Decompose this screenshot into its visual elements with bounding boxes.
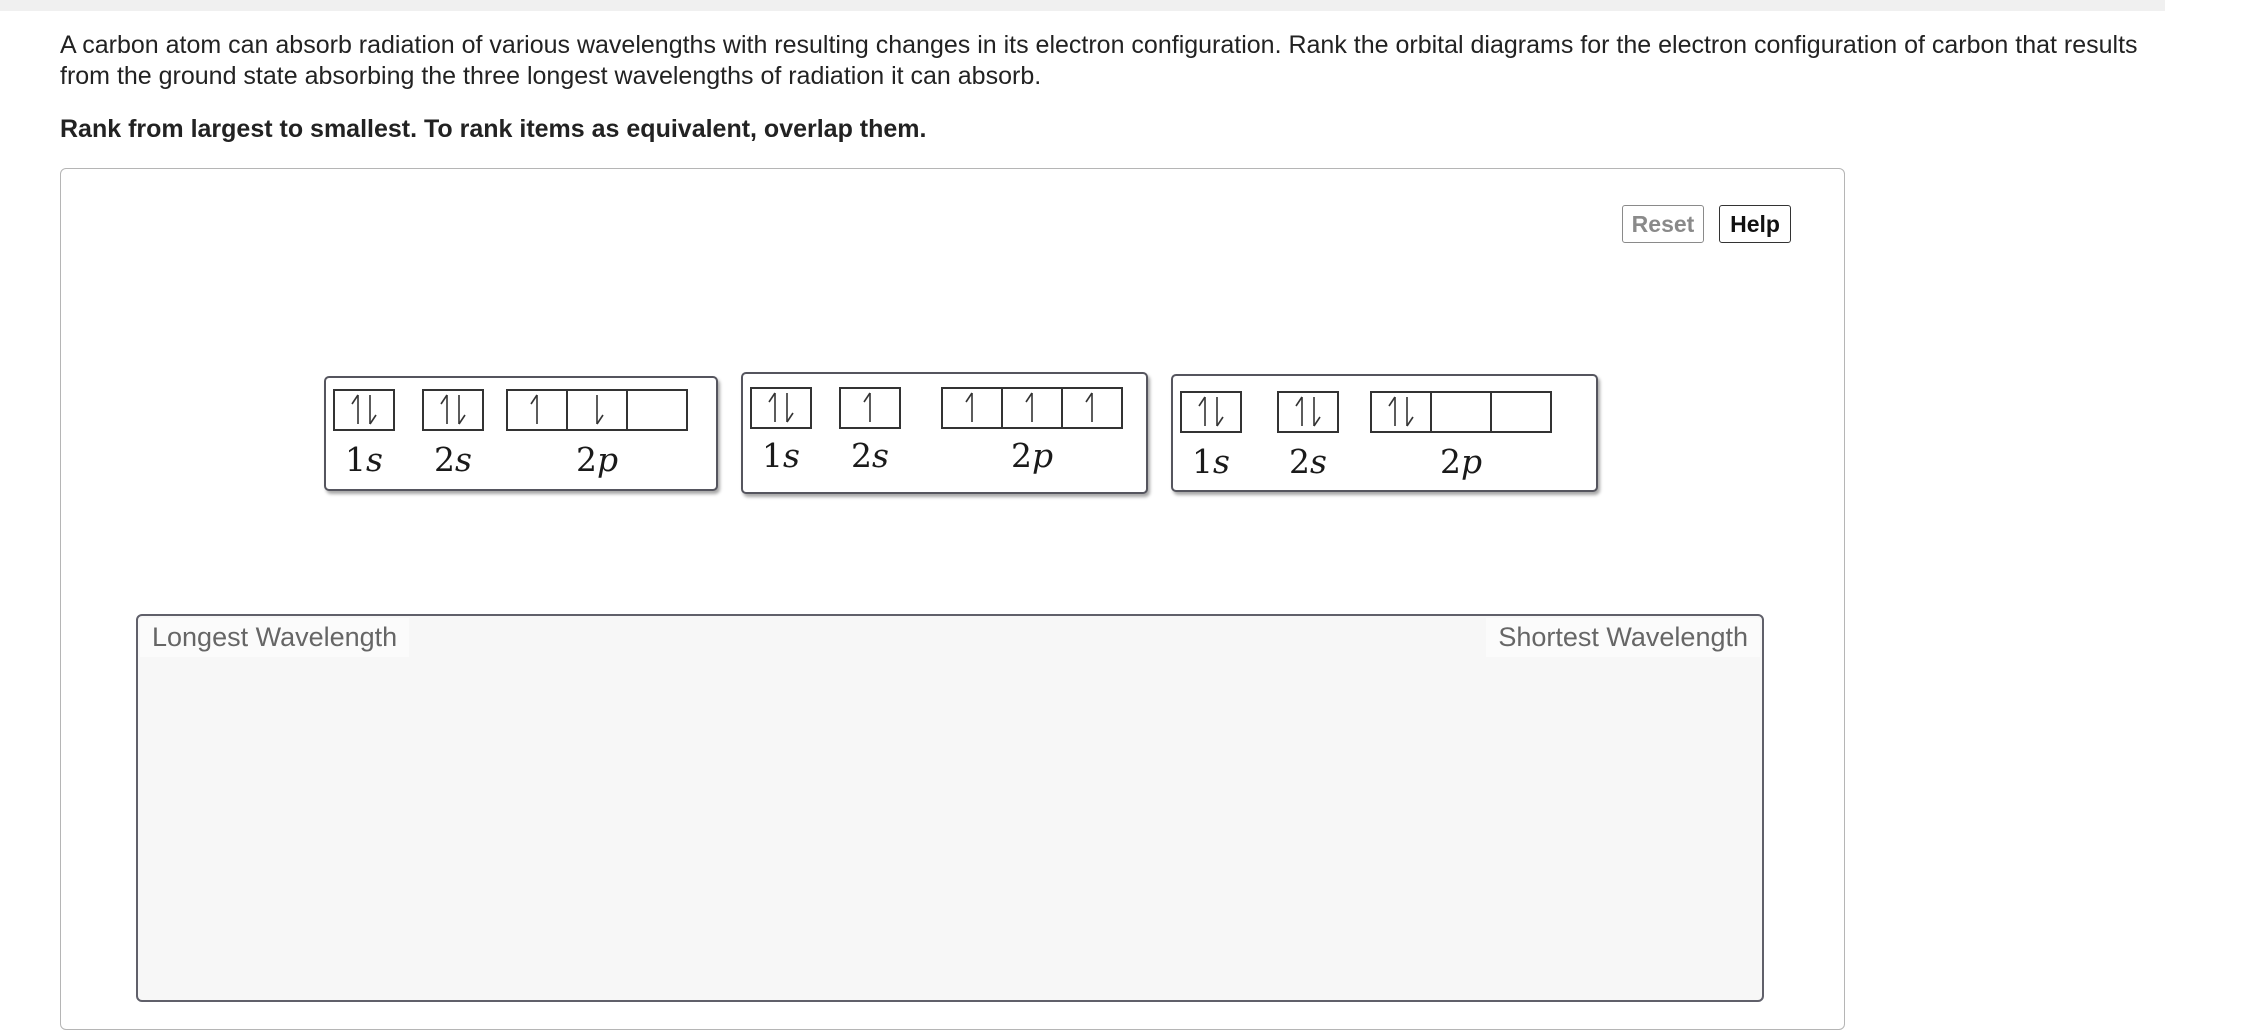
ranking-drop-zone[interactable]: Longest Wavelength Shortest Wavelength [136,614,1764,1002]
orbital-diagram: 1s 2s 2p [750,387,1123,475]
orbital-label: 2p [576,440,618,479]
orbital-group-2s: 2s [422,389,484,479]
orbital-group-2p: 2p [506,389,688,479]
orbital-box [626,389,688,431]
orbital-group-1s: 1s [750,387,812,475]
orbital-box [333,389,395,431]
orbital-label: 1s [762,436,800,475]
orbital-group-1s: 1s [333,389,395,479]
orbital-group-2s: 2s [1277,391,1339,481]
shortest-wavelength-label: Shortest Wavelength [1486,618,1760,657]
orbital-group-1s: 1s [1180,391,1242,481]
orbital-diagram-tile[interactable]: 1s 2s 2p [741,372,1148,494]
orbital-group-2s: 2s [839,387,901,475]
orbital-box [1277,391,1339,433]
orbital-label: 2p [1440,442,1482,481]
orbital-diagram: 1s 2s 2p [333,389,688,479]
orbital-box [1430,391,1492,433]
orbital-label: 1s [1192,442,1230,481]
orbital-diagram-tile[interactable]: 1s 2s 2p [324,376,718,491]
orbital-box [1370,391,1432,433]
help-button[interactable]: Help [1719,205,1791,243]
orbital-box [1490,391,1552,433]
orbital-label: 2s [434,440,472,479]
orbital-label: 2p [1011,436,1053,475]
reset-button[interactable]: Reset [1622,205,1704,243]
orbital-label: 2s [851,436,889,475]
orbital-label: 2s [1289,442,1327,481]
orbital-group-2p: 2p [1370,391,1552,481]
top-bar [0,0,2165,11]
orbital-box [750,387,812,429]
orbital-diagram-tile[interactable]: 1s 2s 2p [1171,374,1598,492]
orbital-diagram: 1s 2s 2p [1180,391,1552,481]
orbital-box [422,389,484,431]
question-text: A carbon atom can absorb radiation of va… [60,31,2138,90]
orbital-box [1180,391,1242,433]
ranking-instruction: Rank from largest to smallest. To rank i… [60,115,927,143]
orbital-group-2p: 2p [941,387,1123,475]
longest-wavelength-label: Longest Wavelength [140,618,410,657]
orbital-label: 1s [345,440,383,479]
